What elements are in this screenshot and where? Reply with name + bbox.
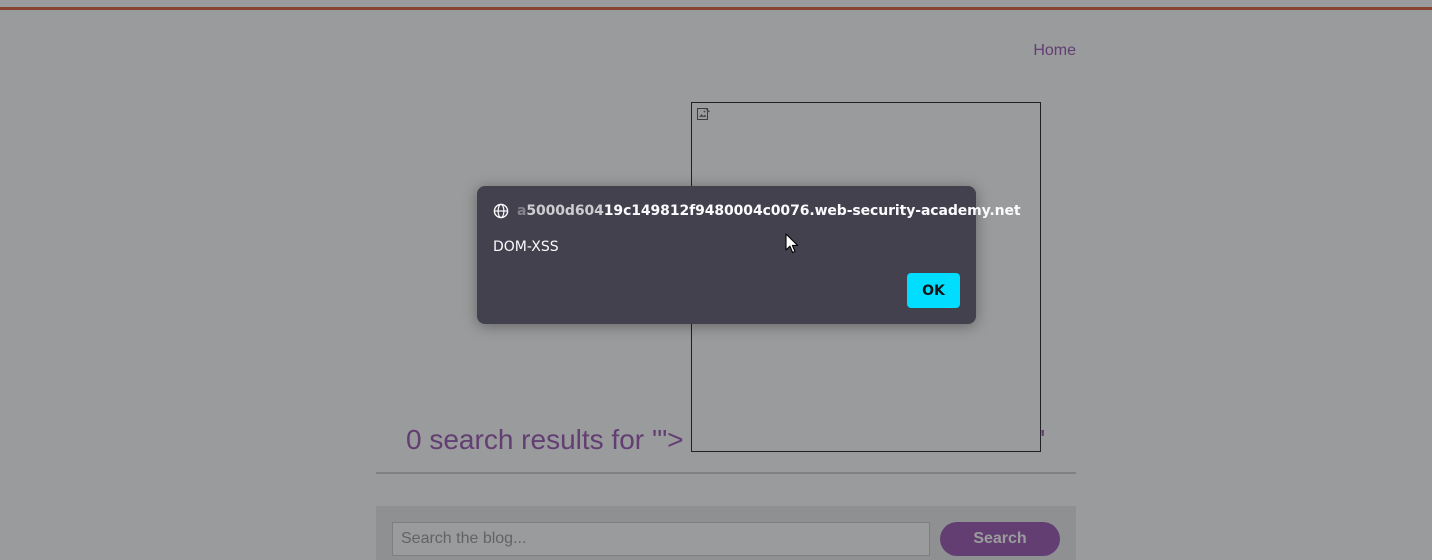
dialog-message: DOM-XSS: [493, 239, 559, 255]
alert-dialog: a5000d60419c149812f9480004c0076.web-secu…: [477, 186, 1021, 324]
origin-main-part: 19c149812f9480004c0076.web-security-acad…: [603, 203, 1021, 219]
dialog-origin-text: a5000d60419c149812f9480004c0076.web-secu…: [517, 203, 1021, 219]
origin-faded-part: a: [517, 203, 527, 219]
dialog-origin: a5000d60419c149812f9480004c0076.web-secu…: [493, 202, 1021, 220]
origin-mid-part: 5000d604: [526, 203, 604, 219]
globe-icon: [493, 203, 509, 219]
ok-button[interactable]: OK: [907, 273, 960, 308]
cursor-icon: [785, 233, 799, 254]
